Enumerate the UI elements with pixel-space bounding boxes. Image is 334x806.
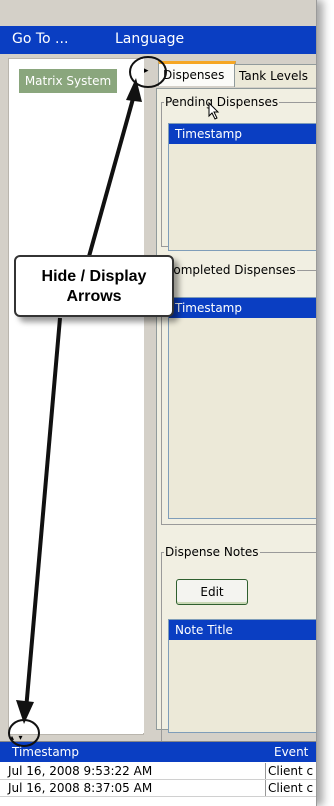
- row-event: Client c: [265, 763, 316, 779]
- mouse-cursor-icon: [208, 101, 220, 124]
- menu-bar: Go To ... Language: [0, 26, 316, 54]
- left-panel: Matrix System: [8, 58, 144, 735]
- app-window: Go To ... Language Matrix System ▸ Dispe…: [0, 0, 317, 806]
- table-row[interactable]: Jul 16, 2008 8:37:05 AM Client c: [0, 780, 316, 797]
- event-log-header: Timestamp Event: [0, 742, 316, 762]
- pending-dispenses-legend: Pending Dispenses: [165, 95, 279, 109]
- hide-panel-arrow-icon[interactable]: ▸: [144, 66, 151, 76]
- menu-go-to[interactable]: Go To ...: [12, 31, 68, 47]
- completed-dispenses-list[interactable]: Timestamp: [168, 297, 316, 519]
- note-title-header[interactable]: Note Title: [169, 620, 316, 640]
- dispense-notes-group: Dispense Notes Edit Note Title: [161, 545, 316, 743]
- callout-line2: Arrows: [66, 288, 122, 305]
- callout-line1: Hide / Display: [41, 268, 147, 285]
- right-panel: Dispenses Tank Levels Pending Dispenses …: [152, 58, 316, 743]
- row-timestamp: Jul 16, 2008 8:37:05 AM: [8, 781, 153, 795]
- pending-timestamp-header[interactable]: Timestamp: [169, 124, 316, 144]
- completed-timestamp-header[interactable]: Timestamp: [169, 298, 316, 318]
- menu-language[interactable]: Language: [115, 31, 184, 47]
- edit-button[interactable]: Edit: [176, 579, 248, 605]
- completed-dispenses-group: Completed Dispenses Timestamp: [161, 263, 316, 525]
- event-column-header[interactable]: Event: [274, 742, 308, 762]
- tab-content: Pending Dispenses Timestamp Completed Di…: [156, 88, 316, 743]
- pending-dispenses-group: Pending Dispenses Timestamp: [161, 95, 316, 251]
- table-row[interactable]: Jul 16, 2008 9:53:22 AM Client c: [0, 763, 316, 780]
- event-log-grid: Timestamp Event Jul 16, 2008 9:53:22 AM …: [0, 741, 316, 806]
- dispense-notes-legend: Dispense Notes: [165, 545, 259, 559]
- tab-tank-levels[interactable]: Tank Levels: [234, 64, 316, 87]
- matrix-system-button[interactable]: Matrix System: [19, 69, 117, 93]
- tab-dispenses[interactable]: Dispenses: [158, 61, 236, 86]
- row-event: Client c: [265, 780, 316, 796]
- annotation-callout: Hide / Display Arrows: [14, 255, 174, 317]
- timestamp-column-header[interactable]: Timestamp: [12, 742, 79, 762]
- completed-dispenses-legend: Completed Dispenses: [165, 263, 296, 277]
- notes-list[interactable]: Note Title: [168, 619, 316, 733]
- row-timestamp: Jul 16, 2008 9:53:22 AM: [8, 764, 153, 778]
- pending-dispenses-list[interactable]: Timestamp: [168, 123, 316, 251]
